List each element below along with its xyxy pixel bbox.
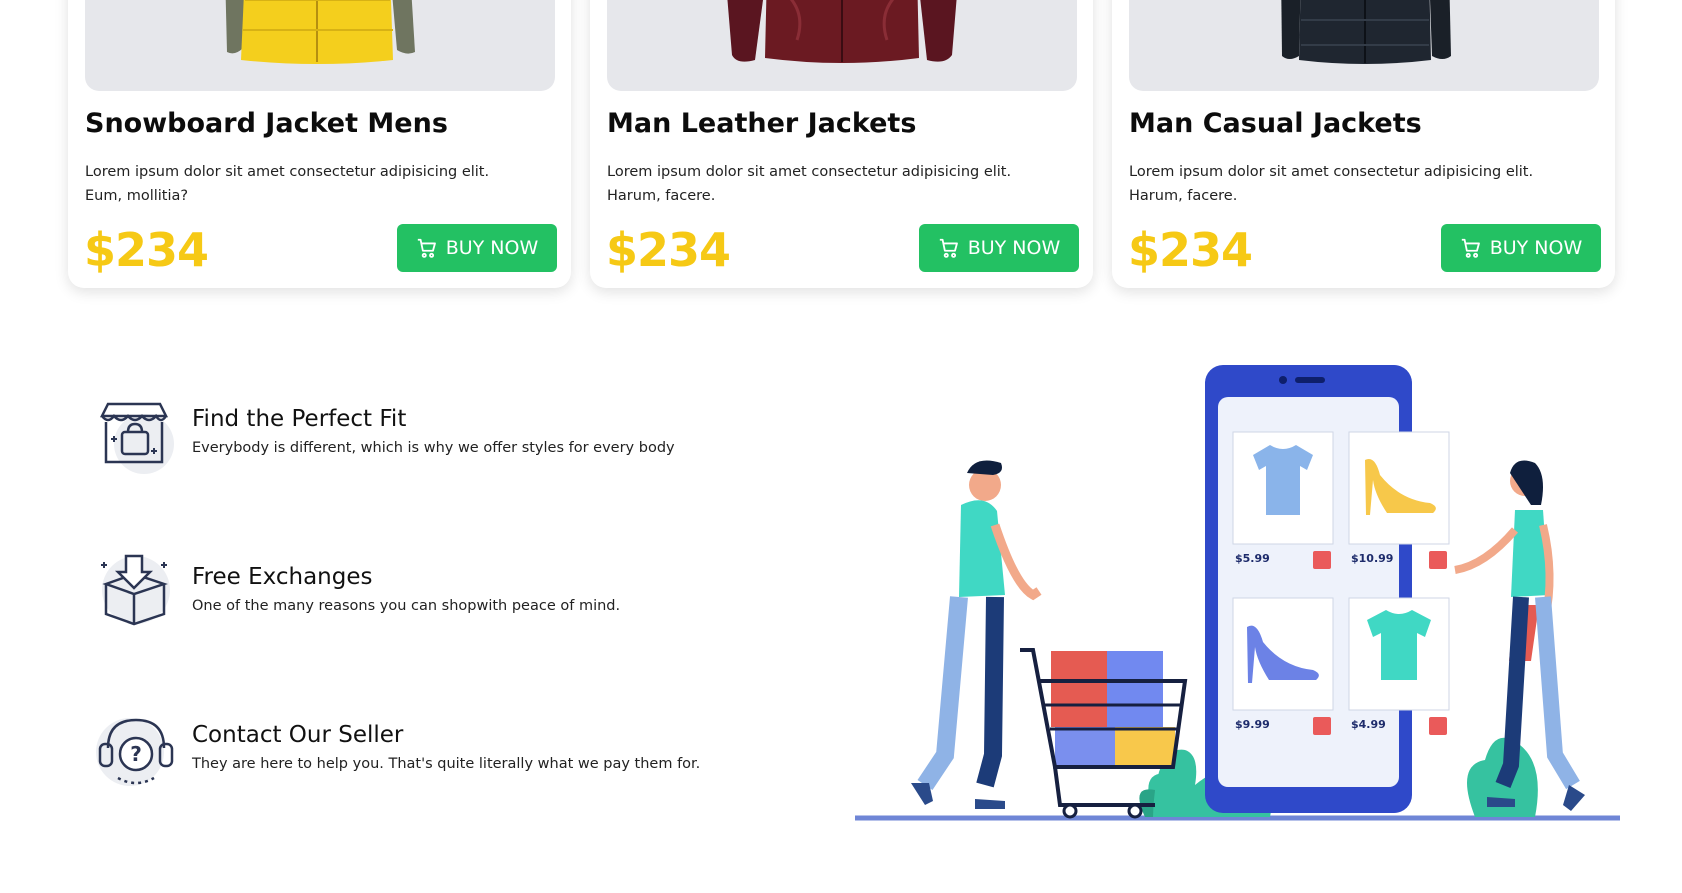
product-image[interactable]: [607, 0, 1077, 91]
buy-now-label: BUY NOW: [445, 237, 539, 259]
product-image[interactable]: [1129, 0, 1599, 91]
bag-icon: [1313, 717, 1331, 735]
shop-bag-icon: [99, 402, 174, 474]
product-price: $234: [606, 223, 731, 277]
product-card: Snowboard Jacket Mens Lorem ipsum dolor …: [68, 0, 571, 288]
buy-now-label: BUY NOW: [967, 237, 1061, 259]
feature-free-exchanges: Free Exchanges One of the many reasons y…: [92, 550, 732, 640]
product-tile-heel-yellow: [1348, 431, 1450, 545]
price-tag: $10.99: [1351, 552, 1393, 565]
jacket-image: [1281, 0, 1451, 64]
price-tag: $4.99: [1351, 718, 1386, 731]
bag-icon: [1429, 717, 1447, 735]
jacket-image: [225, 0, 415, 64]
product-price: $234: [1128, 223, 1253, 277]
man-figure: [911, 460, 1042, 809]
product-tile-shirt: [1232, 431, 1334, 545]
buy-now-button[interactable]: BUY NOW: [397, 224, 557, 272]
product-title: Man Casual Jackets: [1129, 108, 1422, 139]
bag-icon: [1313, 551, 1331, 569]
buy-now-button[interactable]: BUY NOW: [1441, 224, 1601, 272]
bag-icon: [1429, 551, 1447, 569]
product-card: Man Casual Jackets Lorem ipsum dolor sit…: [1112, 0, 1615, 288]
feature-title: Contact Our Seller: [192, 722, 404, 748]
product-price: $234: [84, 223, 209, 277]
buy-now-button[interactable]: BUY NOW: [919, 224, 1079, 272]
feature-description: One of the many reasons you can shopwith…: [192, 598, 621, 614]
product-image[interactable]: [85, 0, 555, 91]
support-headset-icon: ?: [96, 718, 174, 786]
feature-description: Everybody is different, which is why we …: [192, 440, 675, 456]
price-tag: $5.99: [1235, 552, 1270, 565]
feature-title: Free Exchanges: [192, 564, 373, 590]
product-tile-heel-blue: [1232, 597, 1334, 711]
box-exchange-icon: [101, 554, 170, 626]
cart-icon: [939, 238, 958, 258]
buy-now-label: BUY NOW: [1489, 237, 1583, 259]
product-description: Lorem ipsum dolor sit amet consectetur a…: [1129, 164, 1534, 204]
product-title: Snowboard Jacket Mens: [85, 108, 448, 139]
feature-contact-seller: ? Contact Our Seller They are here to he…: [92, 708, 732, 798]
shopping-illustration: $5.99 $10.99 $9.99 $4.99: [855, 365, 1620, 821]
feature-title: Find the Perfect Fit: [192, 406, 407, 432]
product-tile-tshirt: [1348, 597, 1450, 711]
product-card: Man Leather Jackets Lorem ipsum dolor si…: [590, 0, 1093, 288]
feature-perfect-fit: Find the Perfect Fit Everybody is differ…: [92, 392, 732, 482]
price-tag: $9.99: [1235, 718, 1270, 731]
product-description: Lorem ipsum dolor sit amet consectetur a…: [607, 164, 1012, 204]
svg-text:?: ?: [130, 742, 142, 766]
product-title: Man Leather Jackets: [607, 108, 917, 139]
product-description: Lorem ipsum dolor sit amet consectetur a…: [85, 164, 490, 204]
jacket-image: [727, 0, 957, 63]
feature-description: They are here to help you. That's quite …: [192, 756, 701, 772]
cart-icon: [1461, 238, 1480, 258]
cart-icon: [417, 238, 436, 258]
